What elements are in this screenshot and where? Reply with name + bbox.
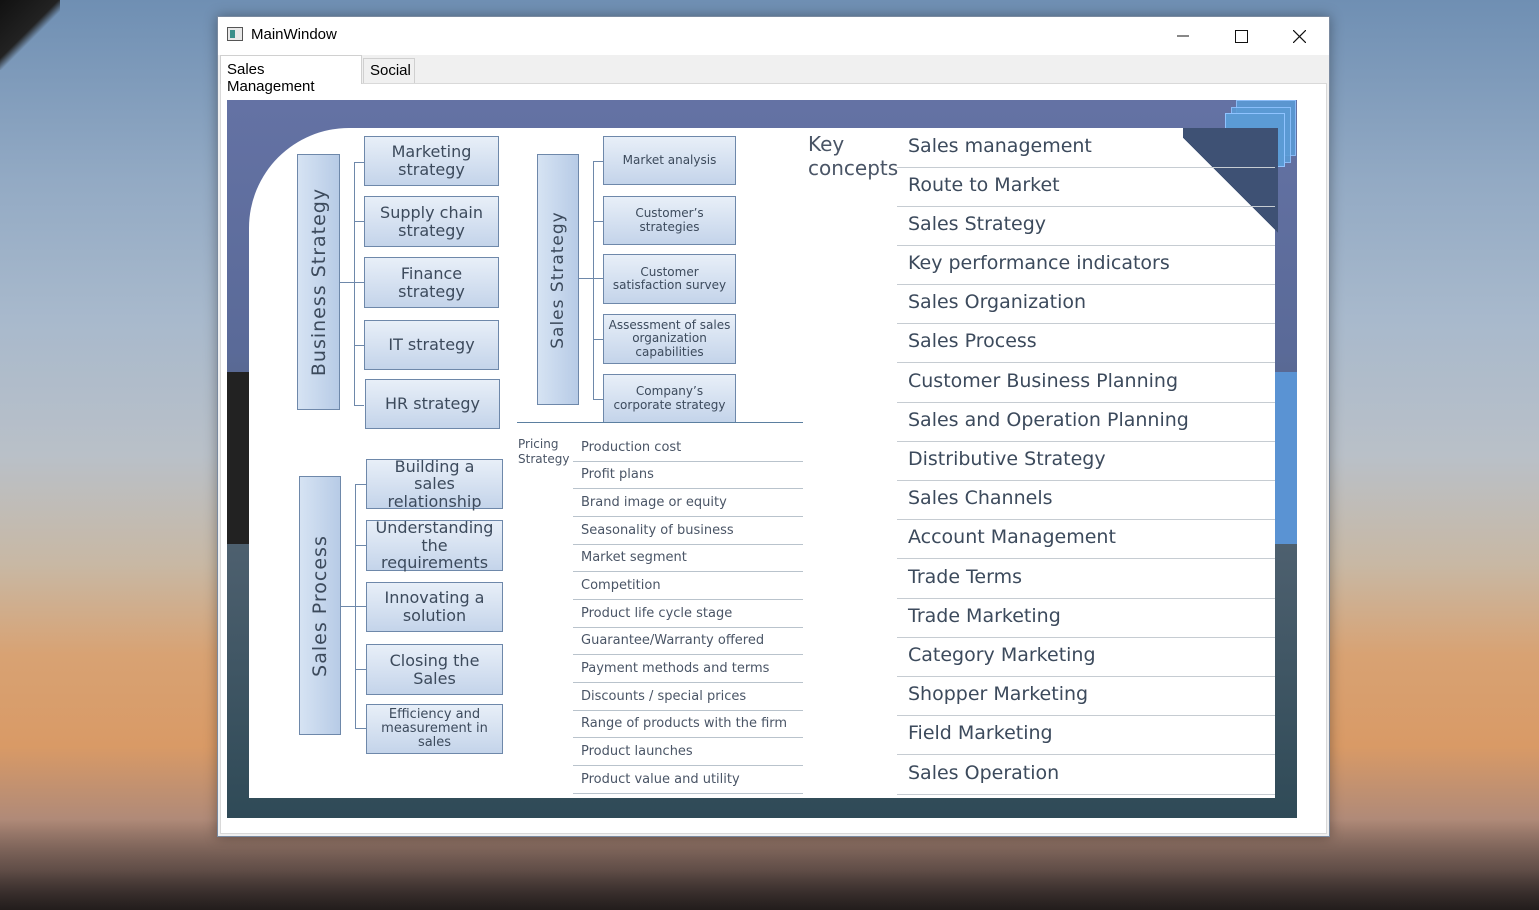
pricing-factor-row: Range of products with the firm bbox=[573, 711, 803, 738]
connector-line bbox=[354, 405, 364, 406]
key-concept-row: Shopper Marketing bbox=[897, 677, 1275, 716]
connector-line bbox=[579, 278, 593, 279]
pricing-factor-row: Competition bbox=[573, 573, 803, 600]
sales-process-item: Building a sales relationship bbox=[366, 457, 503, 510]
sales-process-item: Efficiency and measurement in sales bbox=[366, 704, 503, 754]
business-strategy-title: Business Strategy bbox=[307, 187, 330, 377]
pricing-factor-row: Profit plans bbox=[573, 462, 803, 489]
sales-strategy-item: Company’s corporate strategy bbox=[603, 374, 736, 423]
key-concept-row: Customer Business Planning bbox=[897, 364, 1275, 403]
business-strategy-item: HR strategy bbox=[365, 379, 500, 429]
pricing-factor-row: Production cost bbox=[573, 435, 803, 462]
connector-line bbox=[354, 282, 364, 283]
business-strategy-item: IT strategy bbox=[364, 320, 499, 370]
pricing-strategy-label-line1: Pricing bbox=[518, 437, 559, 451]
sales-strategy-bar: Sales Strategy bbox=[537, 154, 579, 405]
connector-line bbox=[354, 221, 364, 222]
slide-frame-band-right bbox=[1274, 372, 1297, 544]
connector-line bbox=[355, 484, 366, 485]
connector-line bbox=[341, 606, 355, 607]
sales-strategy-item: Assessment of sales organization capabil… bbox=[603, 314, 736, 364]
pricing-factor-row: Discounts / special prices bbox=[573, 684, 803, 711]
connector-line bbox=[593, 161, 594, 399]
sales-strategy-item: Customer’s strategies bbox=[603, 196, 736, 245]
key-concept-row: Category Marketing bbox=[897, 638, 1275, 677]
business-strategy-item: Supply chain strategy bbox=[364, 196, 499, 247]
close-button[interactable] bbox=[1270, 17, 1328, 55]
pricing-strategy-label: Pricing Strategy bbox=[518, 437, 569, 467]
key-concept-row: Sales Strategy bbox=[897, 207, 1275, 246]
sales-process-item: Closing the Sales bbox=[366, 644, 503, 695]
pricing-factor-row: Seasonality of business bbox=[573, 518, 803, 545]
slide-frame-band-left bbox=[227, 372, 249, 544]
pricing-factor-row: Market segment bbox=[573, 545, 803, 572]
sales-process-item: Understanding the requirements bbox=[366, 519, 503, 572]
connector-line bbox=[593, 161, 603, 162]
connector-line bbox=[593, 221, 603, 222]
window-title: MainWindow bbox=[251, 26, 337, 43]
app-icon bbox=[227, 27, 243, 41]
pricing-factor-row: Product launches bbox=[573, 739, 803, 766]
business-strategy-item: Marketing strategy bbox=[364, 136, 499, 186]
sales-process-item: Innovating a solution bbox=[366, 582, 503, 632]
connector-line bbox=[354, 162, 364, 163]
pricing-strategy-label-line2: Strategy bbox=[518, 452, 570, 466]
sales-process-title: Sales Process bbox=[309, 534, 331, 677]
tab-social[interactable]: Social bbox=[363, 58, 415, 83]
minimize-button[interactable] bbox=[1154, 17, 1212, 55]
sales-strategy-item: Market analysis bbox=[603, 136, 736, 185]
pricing-factor-row: Brand image or equity bbox=[573, 490, 803, 517]
minimize-icon bbox=[1177, 35, 1189, 37]
key-concept-row: Route to Market bbox=[897, 168, 1275, 207]
connector-line bbox=[354, 345, 364, 346]
connector-line bbox=[354, 162, 355, 406]
connector-line bbox=[355, 728, 366, 729]
key-concept-row: Sales Channels bbox=[897, 481, 1275, 520]
connector-line bbox=[355, 545, 366, 546]
slide-image: Business Strategy Marketing strategy Sup… bbox=[227, 100, 1297, 818]
key-concept-row: Account Management bbox=[897, 520, 1275, 559]
main-window: MainWindow Sales Management Social Busin… bbox=[217, 16, 1330, 837]
pricing-factor-row: Product life cycle stage bbox=[573, 601, 803, 628]
close-icon bbox=[1292, 29, 1306, 43]
pricing-factor-row: Product value and utility bbox=[573, 767, 803, 794]
maximize-icon bbox=[1234, 29, 1248, 43]
sales-strategy-title: Sales Strategy bbox=[548, 210, 568, 349]
connector-line bbox=[355, 606, 366, 607]
title-bar[interactable]: MainWindow bbox=[218, 17, 1329, 55]
connector-line bbox=[355, 669, 366, 670]
maximize-button[interactable] bbox=[1212, 17, 1270, 55]
business-strategy-bar: Business Strategy bbox=[297, 154, 340, 410]
key-concept-row: Sales management bbox=[897, 129, 1275, 168]
key-concept-row: Trade Marketing bbox=[897, 599, 1275, 638]
connector-line bbox=[593, 278, 603, 279]
connector-line bbox=[340, 282, 354, 283]
key-concept-row: Key performance indicators bbox=[897, 246, 1275, 285]
key-concept-row: Sales Organization bbox=[897, 285, 1275, 324]
key-concept-row: Sales Operation bbox=[897, 756, 1275, 795]
key-concept-row: Distributive Strategy bbox=[897, 442, 1275, 481]
connector-line bbox=[593, 339, 603, 340]
pricing-factor-row: Guarantee/Warranty offered bbox=[573, 628, 803, 655]
key-concepts-label-line1: Key bbox=[808, 132, 845, 156]
business-strategy-item: Finance strategy bbox=[364, 257, 499, 308]
pricing-strategy-header-line bbox=[517, 422, 803, 423]
key-concept-row: Sales and Operation Planning bbox=[897, 403, 1275, 442]
key-concept-row: Sales Process bbox=[897, 324, 1275, 363]
key-concepts-label-line2: concepts bbox=[808, 156, 899, 180]
pricing-factor-row: Payment methods and terms bbox=[573, 656, 803, 683]
sales-process-bar: Sales Process bbox=[299, 476, 341, 735]
key-concept-row: Field Marketing bbox=[897, 716, 1275, 755]
slide-content: Business Strategy Marketing strategy Sup… bbox=[249, 128, 1278, 798]
tab-sales-management[interactable]: Sales Management bbox=[220, 55, 362, 95]
connector-line bbox=[593, 399, 603, 400]
key-concepts-label: Key concepts bbox=[808, 132, 898, 180]
key-concept-row: Trade Terms bbox=[897, 560, 1275, 599]
desktop-background-shadow bbox=[0, 0, 60, 70]
sales-strategy-item: Customer satisfaction survey bbox=[603, 254, 736, 304]
